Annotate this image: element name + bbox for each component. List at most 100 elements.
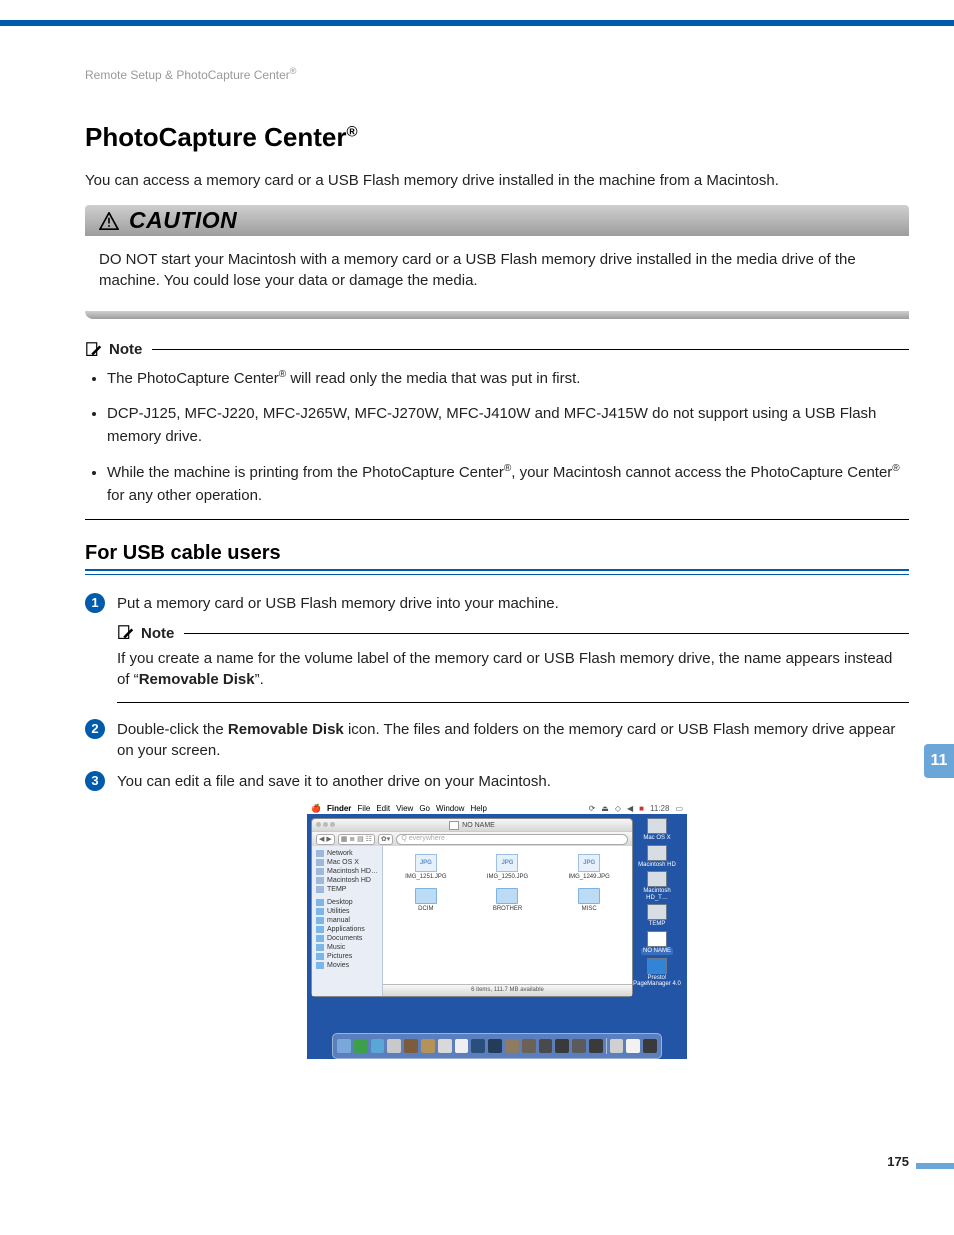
sidebar-label: Music [327,944,345,951]
step-1: 1 Put a memory card or USB Flash memory … [85,593,909,614]
dock-app-icon [438,1039,452,1053]
step-number-badge: 1 [85,593,105,613]
file-label: MISC [582,906,597,912]
mac-menu-item: Go [419,804,430,813]
finder-window: NO NAME ◀ ▶ ▦ ≣ ▤ ☷ ✿▾ Q everywhere Netw… [311,818,633,997]
note-heading: Note [85,341,909,359]
file-item: JPG IMG_1251.JPG [387,854,465,880]
step-body: Double-click the Removable Disk icon. Th… [117,719,909,761]
note-item: The PhotoCapture Center® will read only … [107,367,909,390]
finder-content: JPGIMG_1251.JPG JPGIMG_1250.JPG JPGIMG_1… [383,846,632,996]
step2-pre: Double-click the [117,721,228,738]
sidebar-label: Mac OS X [327,859,359,866]
eject-icon: ⏏ [601,804,609,813]
volume-icon [449,821,459,830]
caution-footer-bar [85,311,909,319]
step-body: You can edit a file and save it to anoth… [117,771,909,792]
desktop-icon-label: TEMP [649,921,666,928]
sidebar-label: Utilities [327,908,350,915]
file-item: JPGIMG_1249.JPG [550,854,628,880]
sidebar-label: Desktop [327,899,353,906]
bluetooth-icon: ◇ [615,804,621,813]
dock-app-icon [610,1039,624,1053]
dock-trash-icon [643,1039,657,1053]
finder-toolbar: ◀ ▶ ▦ ≣ ▤ ☷ ✿▾ Q everywhere [312,831,632,846]
sidebar-label: Pictures [327,953,352,960]
sidebar-label: Macintosh HD [327,877,371,884]
file-label: IMG_1251.JPG [405,874,446,880]
finder-icon-grid: JPGIMG_1251.JPG JPGIMG_1250.JPG JPGIMG_1… [383,846,632,920]
subheading-rule [85,569,909,575]
desktop-drive-icon: TEMP [647,904,667,928]
finder-sidebar: Network Mac OS X Macintosh HD… Macintosh… [312,846,383,996]
sidebar-label: TEMP [327,886,346,893]
action-button: ✿▾ [378,834,393,845]
sidebar-label: Documents [327,935,362,942]
page-title: PhotoCapture Center® [85,122,909,153]
page: Remote Setup & PhotoCapture Center® Phot… [0,66,954,1193]
desktop-removable-disk-icon: NO NAME [641,931,673,955]
volume-icon: ◀ [627,804,633,813]
jpg-thumb-icon: JPG [415,854,437,872]
dock-separator [606,1038,607,1054]
mac-menubar-right: ⟳ ⏏ ◇ ◀ ■ 11:28 ▭ [589,804,683,813]
dock-app-icon [471,1039,485,1053]
sidebar-item: manual [312,916,382,925]
desktop-drive-icon: Macintosh HD [638,845,676,869]
step-number-badge: 2 [85,719,105,739]
sidebar-label: Movies [327,962,349,969]
dock-app-icon [555,1039,569,1053]
page-title-text: PhotoCapture Center [85,122,346,152]
sidebar-item: Network [312,849,382,858]
note-rule [152,349,909,350]
view-mode-buttons: ▦ ≣ ▤ ☷ [338,834,375,845]
dock-app-icon [354,1039,368,1053]
folder-icon [496,888,518,904]
sidebar-item: Movies [312,961,382,970]
file-label: IMG_1249.JPG [568,874,609,880]
dock-app-icon [572,1039,586,1053]
inner-note-body: If you create a name for the volume labe… [117,648,909,690]
desktop-icon-label: Macintosh HD_T… [633,888,681,901]
apple-menu-icon: 🍎 [311,804,321,813]
page-number: 175 [887,1154,909,1169]
dock-app-icon [455,1039,469,1053]
mac-menu-app: Finder [327,804,351,813]
flag-icon: ■ [639,804,644,813]
folder-item: BROTHER [469,888,547,912]
desktop-icon-label: Mac OS X [643,835,670,842]
page-number-accent [916,1163,954,1169]
mac-menu-time: 11:28 [650,804,669,813]
mac-menu-item: File [357,804,370,813]
sidebar-item: Desktop [312,898,382,907]
sidebar-item: Utilities [312,907,382,916]
mac-dock [332,1033,662,1059]
dock-app-icon [387,1039,401,1053]
sidebar-item: TEMP [312,885,382,894]
window-traffic-lights [316,822,335,827]
mac-menu-item: Edit [376,804,390,813]
mac-menu-item: Window [436,804,464,813]
finder-titlebar: NO NAME [312,819,632,831]
sidebar-item: Macintosh HD [312,876,382,885]
note-heading: Note [117,624,909,642]
inner-note-bold: Removable Disk [139,671,255,688]
rule [85,519,909,520]
mac-screenshot: 🍎 Finder File Edit View Go Window Help ⟳… [307,802,687,1059]
finder-title: NO NAME [449,821,495,830]
nav-back-forward: ◀ ▶ [316,834,335,845]
finder-search: Q everywhere [396,834,628,845]
note-rule [184,633,909,634]
caution-body: DO NOT start your Macintosh with a memor… [85,236,909,305]
sync-icon: ⟳ [589,804,596,813]
dock-app-icon [337,1039,351,1053]
sidebar-item: Music [312,943,382,952]
battery-icon: ▭ [675,804,683,813]
note-item: DCP-J125, MFC-J220, MFC-J265W, MFC-J270W… [107,402,909,449]
dock-app-icon [539,1039,553,1053]
note-label: Note [141,625,174,642]
warning-triangle-icon [99,212,119,230]
intro-paragraph: You can access a memory card or a USB Fl… [85,171,909,191]
note-item: While the machine is printing from the P… [107,461,909,508]
step-3: 3 You can edit a file and save it to ano… [85,771,909,792]
